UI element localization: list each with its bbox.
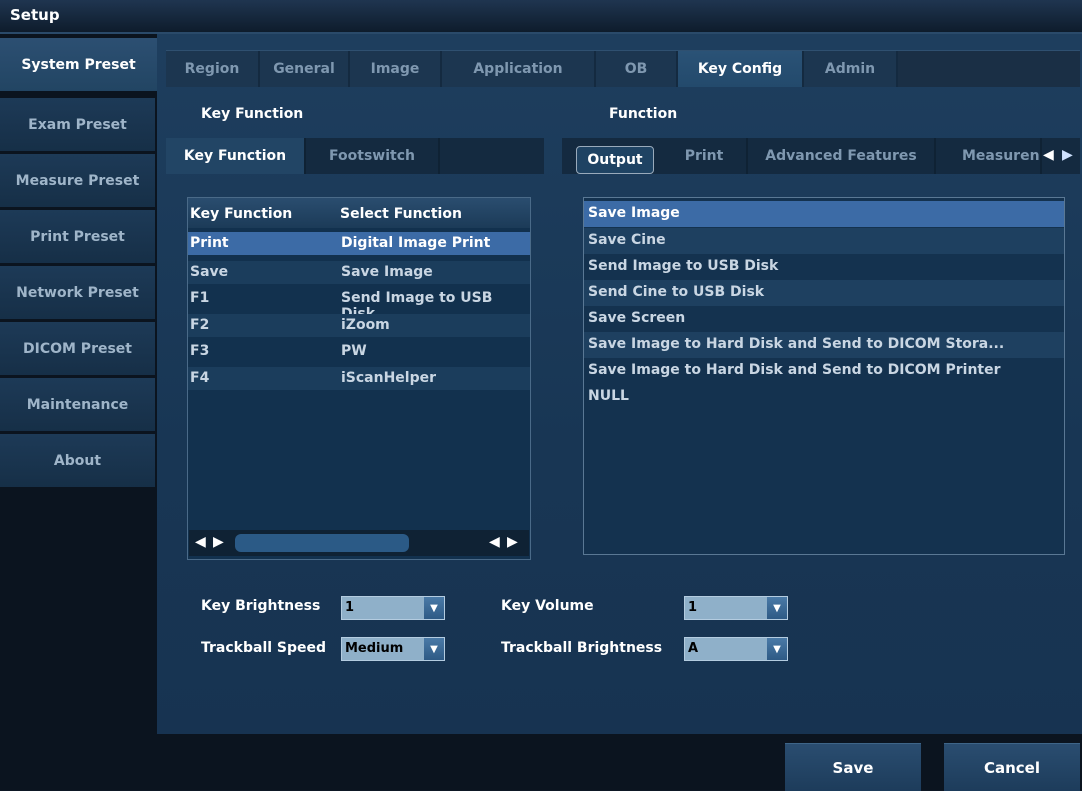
- key-cell: F4: [190, 370, 210, 386]
- chevron-down-icon[interactable]: ▼: [767, 597, 787, 619]
- tab-application[interactable]: Application: [442, 51, 596, 87]
- list-item[interactable]: Save Image to Hard Disk and Send to DICO…: [584, 332, 1064, 358]
- subtab-key-function[interactable]: Key Function: [166, 138, 306, 174]
- tab-admin[interactable]: Admin: [804, 51, 898, 87]
- table-header: Key Function Select Function: [188, 198, 530, 228]
- trackball-brightness-label: Trackball Brightness: [501, 640, 663, 656]
- key-function-subtab-bar: Key Function Footswitch: [166, 138, 544, 174]
- function-cell: PW: [341, 343, 367, 359]
- key-volume-label: Key Volume: [501, 598, 594, 614]
- list-item-label: Send Cine to USB Disk: [588, 284, 765, 300]
- key-cell: F2: [190, 317, 210, 333]
- list-item[interactable]: Save Cine: [584, 228, 1064, 254]
- key-cell: F1: [190, 290, 210, 306]
- key-brightness-select[interactable]: 1 ▼: [341, 596, 445, 620]
- column-header-key-function: Key Function: [190, 206, 293, 222]
- chevron-down-icon[interactable]: ▼: [424, 597, 444, 619]
- sidebar-item-system-preset[interactable]: System Preset: [0, 38, 157, 94]
- function-list: Save Image Save Cine Send Image to USB D…: [583, 197, 1065, 555]
- list-item[interactable]: Send Image to USB Disk: [584, 254, 1064, 280]
- key-volume-select[interactable]: 1 ▼: [684, 596, 788, 620]
- tab-ob[interactable]: OB: [596, 51, 678, 87]
- key-volume-value: 1: [688, 600, 698, 615]
- list-item[interactable]: NULL: [584, 384, 1064, 410]
- subtab-output[interactable]: Output: [576, 146, 654, 174]
- function-cell: iZoom: [341, 317, 390, 333]
- tab-key-config[interactable]: Key Config: [678, 51, 804, 87]
- scroll-right-icon[interactable]: ▶: [1062, 147, 1073, 163]
- list-item[interactable]: Send Cine to USB Disk: [584, 280, 1064, 306]
- function-heading: Function: [609, 106, 678, 122]
- cancel-button[interactable]: Cancel: [944, 743, 1080, 791]
- save-button[interactable]: Save: [785, 743, 921, 791]
- list-item[interactable]: Save Image: [584, 201, 1064, 227]
- function-cell: Digital Image Print: [341, 235, 491, 251]
- key-brightness-value: 1: [345, 600, 355, 615]
- tab-image[interactable]: Image: [350, 51, 442, 87]
- chevron-down-icon[interactable]: ▼: [424, 638, 444, 660]
- key-function-heading: Key Function: [201, 106, 304, 122]
- tab-region[interactable]: Region: [166, 51, 260, 87]
- table-row[interactable]: F4 iScanHelper: [188, 367, 530, 390]
- sidebar-item-print-preset[interactable]: Print Preset: [0, 210, 155, 266]
- sidebar-item-dicom-preset[interactable]: DICOM Preset: [0, 322, 155, 378]
- tab-bar: Region General Image Application OB Key …: [166, 50, 1080, 87]
- table-row[interactable]: F3 PW: [188, 340, 530, 363]
- key-function-table: Key Function Select Function Print Digit…: [187, 197, 531, 560]
- scroll-right-icon[interactable]: ▶: [213, 534, 224, 550]
- scroll-left-icon[interactable]: ◀: [489, 534, 500, 550]
- trackball-speed-value: Medium: [345, 641, 404, 656]
- trackball-brightness-value: A: [688, 641, 699, 656]
- scrollbar-thumb[interactable]: [235, 534, 409, 552]
- list-item-label: Save Cine: [588, 232, 666, 248]
- horizontal-scrollbar[interactable]: ◀ ▶ ◀ ▶: [189, 530, 529, 556]
- sidebar-item-maintenance[interactable]: Maintenance: [0, 378, 155, 434]
- table-row[interactable]: F2 iZoom: [188, 314, 530, 337]
- list-item-label: Send Image to USB Disk: [588, 258, 779, 274]
- tab-general[interactable]: General: [260, 51, 350, 87]
- table-row[interactable]: Print Digital Image Print: [188, 232, 530, 255]
- sidebar-item-measure-preset[interactable]: Measure Preset: [0, 154, 155, 210]
- title-bar: Setup: [0, 0, 1082, 34]
- trackball-brightness-select[interactable]: A ▼: [684, 637, 788, 661]
- sidebar: System Preset Exam Preset Measure Preset…: [0, 34, 157, 734]
- table-row[interactable]: F1 Send Image to USB Disk: [188, 287, 530, 322]
- sidebar-item-network-preset[interactable]: Network Preset: [0, 266, 155, 322]
- subtab-measurement[interactable]: Measuren: [936, 138, 1042, 174]
- column-header-select-function: Select Function: [340, 206, 462, 222]
- list-item-label: Save Image to Hard Disk and Send to DICO…: [588, 362, 1001, 378]
- scroll-right-icon[interactable]: ▶: [507, 534, 518, 550]
- table-row[interactable]: Save Save Image: [188, 261, 530, 284]
- subtab-advanced-features[interactable]: Advanced Features: [748, 138, 936, 174]
- list-item-label: Save Image: [588, 205, 680, 221]
- trackball-speed-label: Trackball Speed: [201, 640, 327, 656]
- window-title: Setup: [10, 6, 60, 24]
- scroll-left-icon[interactable]: ◀: [195, 534, 206, 550]
- sidebar-item-exam-preset[interactable]: Exam Preset: [0, 98, 155, 154]
- list-item[interactable]: Save Screen: [584, 306, 1064, 332]
- subtab-print[interactable]: Print: [662, 138, 748, 174]
- chevron-down-icon[interactable]: ▼: [767, 638, 787, 660]
- scroll-left-icon[interactable]: ◀: [1043, 147, 1054, 163]
- list-item-label: Save Image to Hard Disk and Send to DICO…: [588, 336, 1005, 352]
- sidebar-item-about[interactable]: About: [0, 434, 155, 490]
- key-brightness-label: Key Brightness: [201, 598, 321, 614]
- list-item-label: Save Screen: [588, 310, 686, 326]
- list-item[interactable]: Save Image to Hard Disk and Send to DICO…: [584, 358, 1064, 384]
- function-cell: Save Image: [341, 264, 433, 280]
- key-cell: Save: [190, 264, 229, 280]
- key-cell: Print: [190, 235, 229, 251]
- trackball-speed-select[interactable]: Medium ▼: [341, 637, 445, 661]
- list-item-label: NULL: [588, 388, 629, 404]
- key-cell: F3: [190, 343, 210, 359]
- subtab-footswitch[interactable]: Footswitch: [306, 138, 440, 174]
- function-cell: iScanHelper: [341, 370, 437, 386]
